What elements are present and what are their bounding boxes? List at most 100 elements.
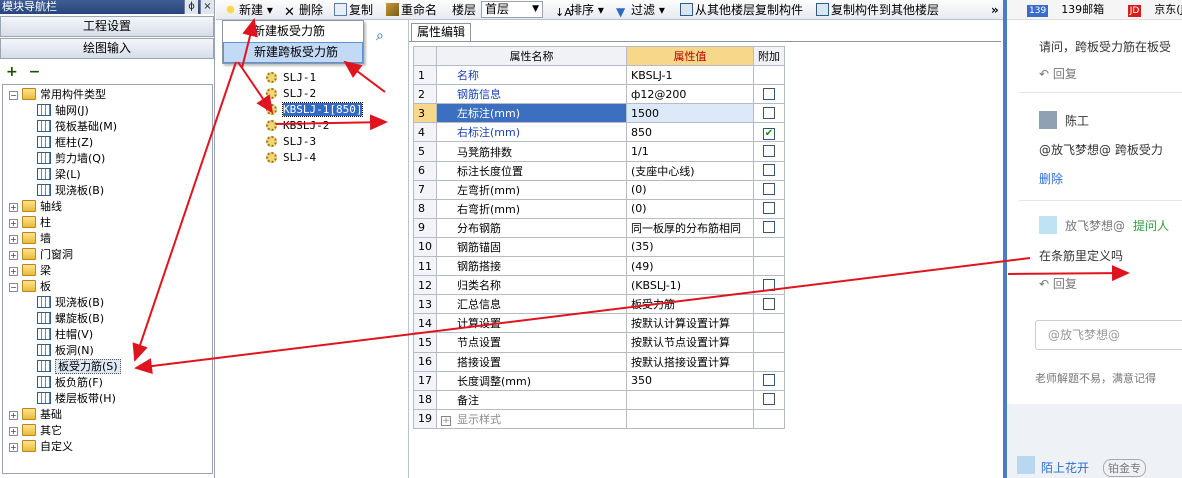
property-row[interactable]: 10 钢筋锚固 (35) <box>413 236 785 258</box>
property-row[interactable]: 14 计算设置 按默认计算设置计算 <box>413 313 785 334</box>
component-list-item[interactable]: SLJ-1 <box>266 70 316 86</box>
tree-node-common-item[interactable]: 梁(L) <box>37 167 81 183</box>
tree-node-group[interactable]: + 梁 <box>9 263 51 279</box>
property-row[interactable]: 15 节点设置 按默认节点设置计算 <box>413 332 785 353</box>
checkbox[interactable] <box>763 278 775 291</box>
tab-property-edit[interactable]: 属性编辑 <box>411 23 471 42</box>
expand-icon[interactable]: + <box>9 251 18 260</box>
tree-node-group[interactable]: + 基础 <box>9 407 62 423</box>
property-value[interactable]: ф12@200 <box>626 84 754 105</box>
checkbox[interactable] <box>763 106 775 119</box>
user-name[interactable]: 陌上花开 <box>1041 459 1089 476</box>
tree-node-slab-item[interactable]: 柱帽(V) <box>37 327 93 343</box>
tree-node-common-item[interactable]: 剪力墙(Q) <box>37 151 105 167</box>
checkbox[interactable] <box>763 374 775 387</box>
filter-button[interactable]: ▼ 过滤 ▾ <box>616 2 665 19</box>
property-row[interactable]: 7 左弯折(mm) (0) <box>413 179 785 200</box>
tree-node-slab-item[interactable]: 板负筋(F) <box>37 375 103 391</box>
tree-node-common-item[interactable]: 轴网(J) <box>37 103 89 119</box>
property-value[interactable]: 350 <box>626 370 754 391</box>
property-row[interactable]: 18 备注 <box>413 389 785 410</box>
user-name[interactable]: 陈工 <box>1065 112 1089 129</box>
close-icon[interactable]: × <box>200 0 214 14</box>
copy-button[interactable]: 复制 <box>334 2 373 18</box>
property-value[interactable]: 同一板厚的分布筋相同 <box>626 217 754 238</box>
tree-node-slab[interactable]: − 板 <box>9 279 51 295</box>
property-value[interactable]: 1500 <box>626 103 754 124</box>
property-value[interactable]: KBSLJ-1 <box>626 65 754 86</box>
tree-node-slab-item[interactable]: 现浇板(B) <box>37 295 104 311</box>
property-value[interactable]: 按默认搭接设置计算 <box>626 351 754 372</box>
checkbox[interactable] <box>763 202 775 215</box>
tree-node-group[interactable]: + 门窗洞 <box>9 247 73 263</box>
expand-icon[interactable]: + <box>9 235 18 244</box>
tree-node-common-item[interactable]: 筏板基础(M) <box>37 119 117 135</box>
collapse-icon[interactable]: − <box>9 283 18 292</box>
reply-input[interactable]: @放飞梦想@ <box>1035 320 1182 350</box>
component-list-item[interactable]: SLJ-4 <box>266 150 316 166</box>
tree-node-group[interactable]: + 轴线 <box>9 199 62 215</box>
property-row[interactable]: 5 马凳筋排数 1/1 <box>413 141 785 162</box>
property-row[interactable]: 4 右标注(mm) 850 ✔ <box>413 122 785 143</box>
menu-item-new-slab-rebar[interactable]: 新建板受力筋 <box>223 21 363 42</box>
checkbox[interactable] <box>763 393 775 406</box>
toolbar-overflow-button[interactable]: » <box>991 2 999 18</box>
property-row[interactable]: 1 名称 KBSLJ-1 <box>413 65 785 86</box>
delete-button[interactable]: ✕ 删除 <box>284 2 323 19</box>
checkbox[interactable] <box>763 297 775 310</box>
expand-icon[interactable]: + <box>441 415 451 426</box>
expand-icon[interactable]: + <box>9 219 18 228</box>
component-list-item[interactable]: KBSLJ-2 <box>266 118 329 134</box>
bookmark-139-mail[interactable]: 139 139邮箱 <box>1017 3 1104 17</box>
tree-node-group[interactable]: + 自定义 <box>9 439 73 455</box>
property-row[interactable]: 17 长度调整(mm) 350 <box>413 370 785 391</box>
expand-icon[interactable]: + <box>9 411 18 420</box>
property-row-display-style[interactable]: 19 + 显示样式 <box>413 408 785 429</box>
reply-link[interactable]: ↶ 回复 <box>1039 275 1077 292</box>
collapse-icon[interactable]: − <box>9 91 18 100</box>
floor-select[interactable]: 首层 ▼ <box>481 1 543 18</box>
property-value[interactable]: 板受力筋 <box>626 294 754 315</box>
property-value[interactable]: (0) <box>626 179 754 200</box>
property-value[interactable]: 按默认计算设置计算 <box>626 313 754 334</box>
property-row[interactable]: 11 钢筋搭接 (49) <box>413 256 785 277</box>
property-value[interactable]: 按默认节点设置计算 <box>626 332 754 353</box>
property-row[interactable]: 6 标注长度位置 (支座中心线) <box>413 160 785 181</box>
property-row[interactable]: 9 分布钢筋 同一板厚的分布筋相同 <box>413 217 785 238</box>
property-row[interactable]: 12 归类名称 (KBSLJ-1) <box>413 275 785 296</box>
property-row[interactable]: 3 左标注(mm) 1500 <box>413 103 785 124</box>
expand-icon[interactable]: + <box>9 203 18 212</box>
property-value[interactable]: (0) <box>626 198 754 219</box>
property-value[interactable]: (49) <box>626 256 754 277</box>
component-list-item[interactable]: KBSLJ-1[850] <box>266 102 364 118</box>
component-list-item[interactable]: SLJ-2 <box>266 86 316 102</box>
property-row[interactable]: 16 搭接设置 按默认搭接设置计算 <box>413 351 785 372</box>
copy-to-floor-button[interactable]: 复制构件到其他楼层 <box>816 2 939 18</box>
sort-button[interactable]: ↓A排序 ▾ <box>555 2 604 19</box>
pin-icon[interactable]: ɸ <box>184 0 198 14</box>
property-group[interactable]: + 显示样式 <box>436 408 627 429</box>
tree-node-common-item[interactable]: 框柱(Z) <box>37 135 93 151</box>
checkbox[interactable] <box>763 183 775 196</box>
tree-node-slab-item[interactable]: 螺旋板(B) <box>37 311 104 327</box>
new-button[interactable]: 新建 ▾ <box>224 2 273 18</box>
menu-item-new-cross-slab-rebar[interactable]: 新建跨板受力筋 <box>223 42 363 63</box>
tree-node-common[interactable]: − 常用构件类型 <box>9 87 106 103</box>
tree-node-group[interactable]: + 柱 <box>9 215 51 231</box>
collapse-all-icon[interactable]: − <box>29 64 41 80</box>
property-row[interactable]: 2 钢筋信息 ф12@200 <box>413 84 785 105</box>
tree-node-group[interactable]: + 墙 <box>9 231 51 247</box>
reply-link[interactable]: ↶ 回复 <box>1039 65 1077 82</box>
property-value[interactable] <box>626 389 754 410</box>
checkbox[interactable] <box>763 164 775 177</box>
copy-from-floor-button[interactable]: 从其他楼层复制构件 <box>680 2 803 18</box>
component-list-item[interactable]: SLJ-3 <box>266 134 316 150</box>
expand-icon[interactable]: + <box>9 443 18 452</box>
tree-node-slab-item[interactable]: 板洞(N) <box>37 343 94 359</box>
checkbox[interactable] <box>763 221 775 234</box>
tree-node-slab-item[interactable]: 楼层板带(H) <box>37 391 116 407</box>
user-name[interactable]: 放飞梦想@ <box>1065 217 1125 234</box>
tree-node-common-item[interactable]: 现浇板(B) <box>37 183 104 199</box>
expand-all-icon[interactable]: + <box>6 64 18 80</box>
delete-link[interactable]: 删除 <box>1039 170 1063 187</box>
